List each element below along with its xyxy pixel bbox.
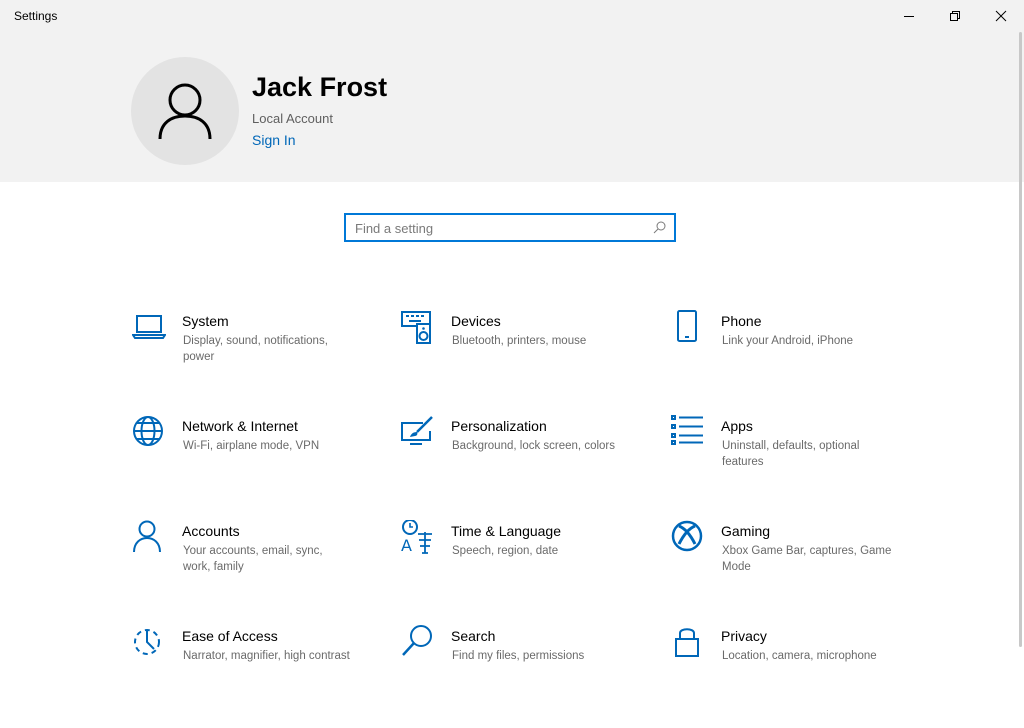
category-ease-of-access[interactable]: Ease of Access Narrator, magnifier, high… <box>132 625 382 705</box>
category-label: Time & Language <box>451 523 561 539</box>
close-button[interactable] <box>978 0 1024 32</box>
category-label: Privacy <box>721 628 767 644</box>
ease-of-access-icon <box>134 629 160 655</box>
category-label: Devices <box>451 313 501 329</box>
laptop-icon <box>132 315 166 339</box>
search-input[interactable] <box>355 219 645 237</box>
category-description: Display, sound, notifications, power <box>183 335 328 363</box>
person-icon <box>133 520 161 553</box>
category-description: Background, lock screen, colors <box>452 440 615 452</box>
category-description: Bluetooth, printers, mouse <box>452 335 587 347</box>
sign-in-link[interactable]: Sign In <box>252 132 296 148</box>
category-description: Wi-Fi, airplane mode, VPN <box>183 440 320 452</box>
category-apps[interactable]: Apps Uninstall, defaults, optional featu… <box>671 415 921 495</box>
list-icon <box>671 415 703 445</box>
account-type: Local Account <box>252 111 333 126</box>
avatar[interactable] <box>131 57 239 165</box>
keyboard-speaker-icon <box>401 311 431 344</box>
vertical-scrollbar[interactable] <box>1019 32 1022 647</box>
category-description: Xbox Game Bar, captures, Game Mode <box>722 545 892 573</box>
category-network-internet[interactable]: Network & Internet Wi-Fi, airplane mode,… <box>132 415 382 495</box>
category-gaming[interactable]: Gaming Xbox Game Bar, captures, Game Mod… <box>671 520 921 600</box>
category-label: Ease of Access <box>182 628 278 644</box>
category-label: Network & Internet <box>182 418 298 434</box>
category-description: Narrator, magnifier, high contrast <box>183 650 350 662</box>
restore-icon <box>950 11 960 21</box>
category-label: Personalization <box>451 418 547 434</box>
title-bar[interactable]: Settings <box>0 0 1024 32</box>
restore-button[interactable] <box>932 0 978 32</box>
category-label: Phone <box>721 313 762 329</box>
user-name: Jack Frost <box>252 72 388 102</box>
lock-icon <box>675 628 699 657</box>
category-description: Find my files, permissions <box>452 650 585 662</box>
svg-text:A: A <box>401 536 412 554</box>
phone-icon <box>677 310 697 342</box>
category-label: System <box>182 313 229 329</box>
category-privacy[interactable]: Privacy Location, camera, microphone <box>671 625 921 705</box>
time-language-icon: A <box>401 520 432 554</box>
globe-icon <box>133 416 163 446</box>
category-personalization[interactable]: Personalization Background, lock screen,… <box>401 415 651 495</box>
minimize-button[interactable] <box>886 0 932 32</box>
category-accounts[interactable]: Accounts Your accounts, email, sync, wor… <box>132 520 382 600</box>
profile-header: Jack Frost Local Account Sign In <box>0 32 1024 182</box>
paint-brush-icon <box>401 416 433 445</box>
category-label: Accounts <box>182 523 240 539</box>
category-description: Uninstall, defaults, optional features <box>722 440 860 468</box>
category-search[interactable]: Search Find my files, permissions <box>401 625 651 705</box>
search-box[interactable] <box>344 213 676 242</box>
category-description: Your accounts, email, sync, work, family <box>183 545 323 573</box>
user-avatar-icon <box>158 83 212 140</box>
category-label: Apps <box>721 418 753 434</box>
category-label: Search <box>451 628 496 644</box>
window-title: Settings <box>14 9 58 23</box>
category-description: Speech, region, date <box>452 545 559 557</box>
xbox-icon <box>671 520 703 552</box>
category-system[interactable]: System Display, sound, notifications, po… <box>132 310 382 390</box>
close-icon <box>995 10 1007 22</box>
category-phone[interactable]: Phone Link your Android, iPhone <box>671 310 921 390</box>
category-description: Link your Android, iPhone <box>722 335 854 347</box>
settings-window: Settings Jack Frost Local Account Sign I… <box>0 0 1024 728</box>
category-time-language[interactable]: A Time & Language Speech, region, date <box>401 520 651 600</box>
magnifier-icon <box>402 625 432 656</box>
category-label: Gaming <box>721 523 771 539</box>
category-devices[interactable]: Devices Bluetooth, printers, mouse <box>401 310 651 390</box>
category-description: Location, camera, microphone <box>722 650 877 662</box>
minimize-icon <box>904 16 914 17</box>
search-icon[interactable] <box>653 221 666 234</box>
